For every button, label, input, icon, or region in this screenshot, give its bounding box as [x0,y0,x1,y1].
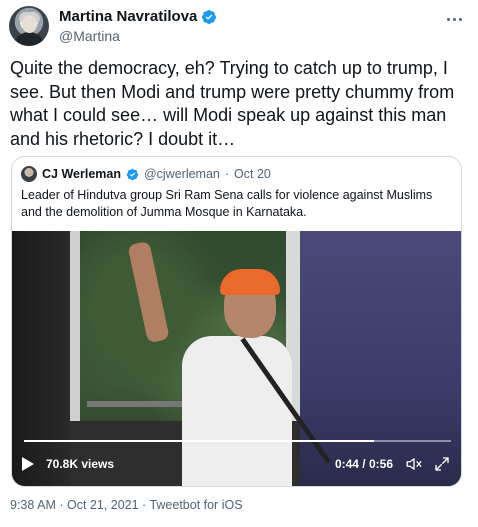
quoted-dot-separator: · [224,167,230,181]
video-progress-bar[interactable] [24,440,451,442]
author-name-block: Martina Navratilova @Martina [59,8,217,45]
video-time: 0:44 / 0:56 [334,457,393,471]
quoted-tweet-header: CJ Werleman @cjwerleman · Oct 20 [21,166,271,182]
video-controls: 70.8K views 0:44 / 0:56 [22,453,453,475]
tweet-timestamp[interactable]: 9:38 AM · Oct 21, 2021 [10,498,139,512]
quoted-tweet[interactable]: CJ Werleman @cjwerleman · Oct 20 Leader … [11,156,462,487]
tweet-header: Martina Navratilova @Martina [9,6,469,46]
more-icon[interactable] [443,10,465,28]
play-icon[interactable] [22,457,34,471]
quoted-author-handle: @cjwerleman [143,167,220,181]
verified-badge-icon [126,168,139,180]
author-display-name[interactable]: Martina Navratilova [59,8,197,26]
author-avatar[interactable] [9,6,49,46]
tweet-source[interactable]: Tweetbot for iOS [149,498,242,512]
tweet-text: Quite the democracy, eh? Trying to catch… [10,58,455,149]
video-player[interactable]: 70.8K views 0:44 / 0:56 [12,231,461,486]
view-count: 70.8K views [46,457,115,471]
meta-separator: · [138,498,150,512]
volume-icon[interactable] [405,455,423,473]
video-progress-fill [24,440,375,442]
verified-badge-icon [202,10,217,24]
fullscreen-icon[interactable] [433,455,451,473]
tweet-meta: 9:38 AM · Oct 21, 2021 · Tweetbot for iO… [10,498,243,512]
quoted-date: Oct 20 [234,167,271,181]
quoted-author-avatar [21,166,37,182]
author-handle[interactable]: @Martina [59,27,217,45]
quoted-author-display-name: CJ Werleman [42,167,121,181]
quoted-tweet-text: Leader of Hindutva group Sri Ram Sena ca… [21,188,433,219]
